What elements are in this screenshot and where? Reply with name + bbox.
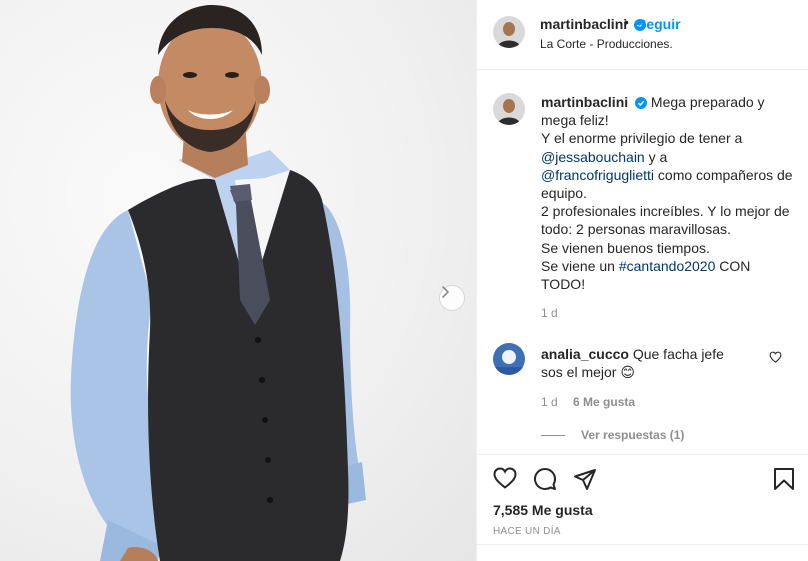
caption-line-2: Y el enorme privilegio de tener a [541,130,743,147]
mention-jessabouchain[interactable]: @jessabouchain [541,149,645,165]
chevron-right-icon [442,286,449,298]
verified-badge-icon [635,97,648,109]
paper-plane-icon[interactable] [573,467,597,491]
next-photo-button[interactable] [439,285,465,311]
caption-line-4: 2 profesionales increíbles. Y lo mejor d… [541,203,790,238]
caption-line-6-pre: Se viene un [541,257,619,274]
post-location[interactable]: La Corte - Producciones. [540,37,673,51]
commenter-avatar[interactable] [493,343,525,375]
follow-button[interactable]: Seguir [637,16,681,32]
post-caption: martinbaclini Mega preparado y mega feli… [541,93,796,293]
view-replies-button[interactable]: Ver respuestas (1) [541,428,684,442]
comment-meta: 1 d 6 Me gusta [541,395,635,409]
commenter-username[interactable]: analia_cucco [541,346,629,362]
post-header: martinbaclini • Seguir La Corte - Produc… [477,0,808,70]
comment-likes[interactable]: 6 Me gusta [573,395,635,409]
caption-timestamp: 1 d [541,306,558,320]
caption-username[interactable]: martinbaclini [541,94,628,110]
author-username-text[interactable]: martinbaclini [540,16,627,32]
caption-line-5: Se vienen buenos tiempos. [541,239,710,256]
man-in-vest-illustration [70,5,366,561]
post-photo[interactable] [0,0,476,561]
view-replies-label[interactable]: Ver respuestas (1) [581,428,684,442]
author-username[interactable]: martinbaclini [540,16,647,32]
separator-dot: • [624,14,629,30]
post-timestamp: HACE UN DÍA [493,526,561,537]
smile-emoji-icon: 😊 [620,364,635,381]
post-actions: 7,585 Me gusta HACE UN DÍA [477,454,808,561]
hashtag-cantando2020[interactable]: #cantando2020 [619,258,716,274]
caption-avatar[interactable] [493,93,525,125]
author-avatar[interactable] [493,16,525,48]
comment-like-heart-icon[interactable] [769,351,782,363]
comment-timestamp: 1 d [541,395,558,409]
divider [477,544,808,545]
bookmark-icon[interactable] [773,467,795,491]
comment-item: analia_cucco Que facha jefe sos el mejor… [541,345,741,381]
mention-francofriguglietti[interactable]: @francofriguglietti [541,167,654,183]
heart-icon[interactable] [493,467,517,489]
post-like-count[interactable]: 7,585 Me gusta [493,502,593,518]
caption-and: y a [644,148,668,165]
post-detail-panel: martinbaclini • Seguir La Corte - Produc… [476,0,808,561]
comment-icon[interactable] [533,467,557,491]
replies-divider [541,435,565,437]
